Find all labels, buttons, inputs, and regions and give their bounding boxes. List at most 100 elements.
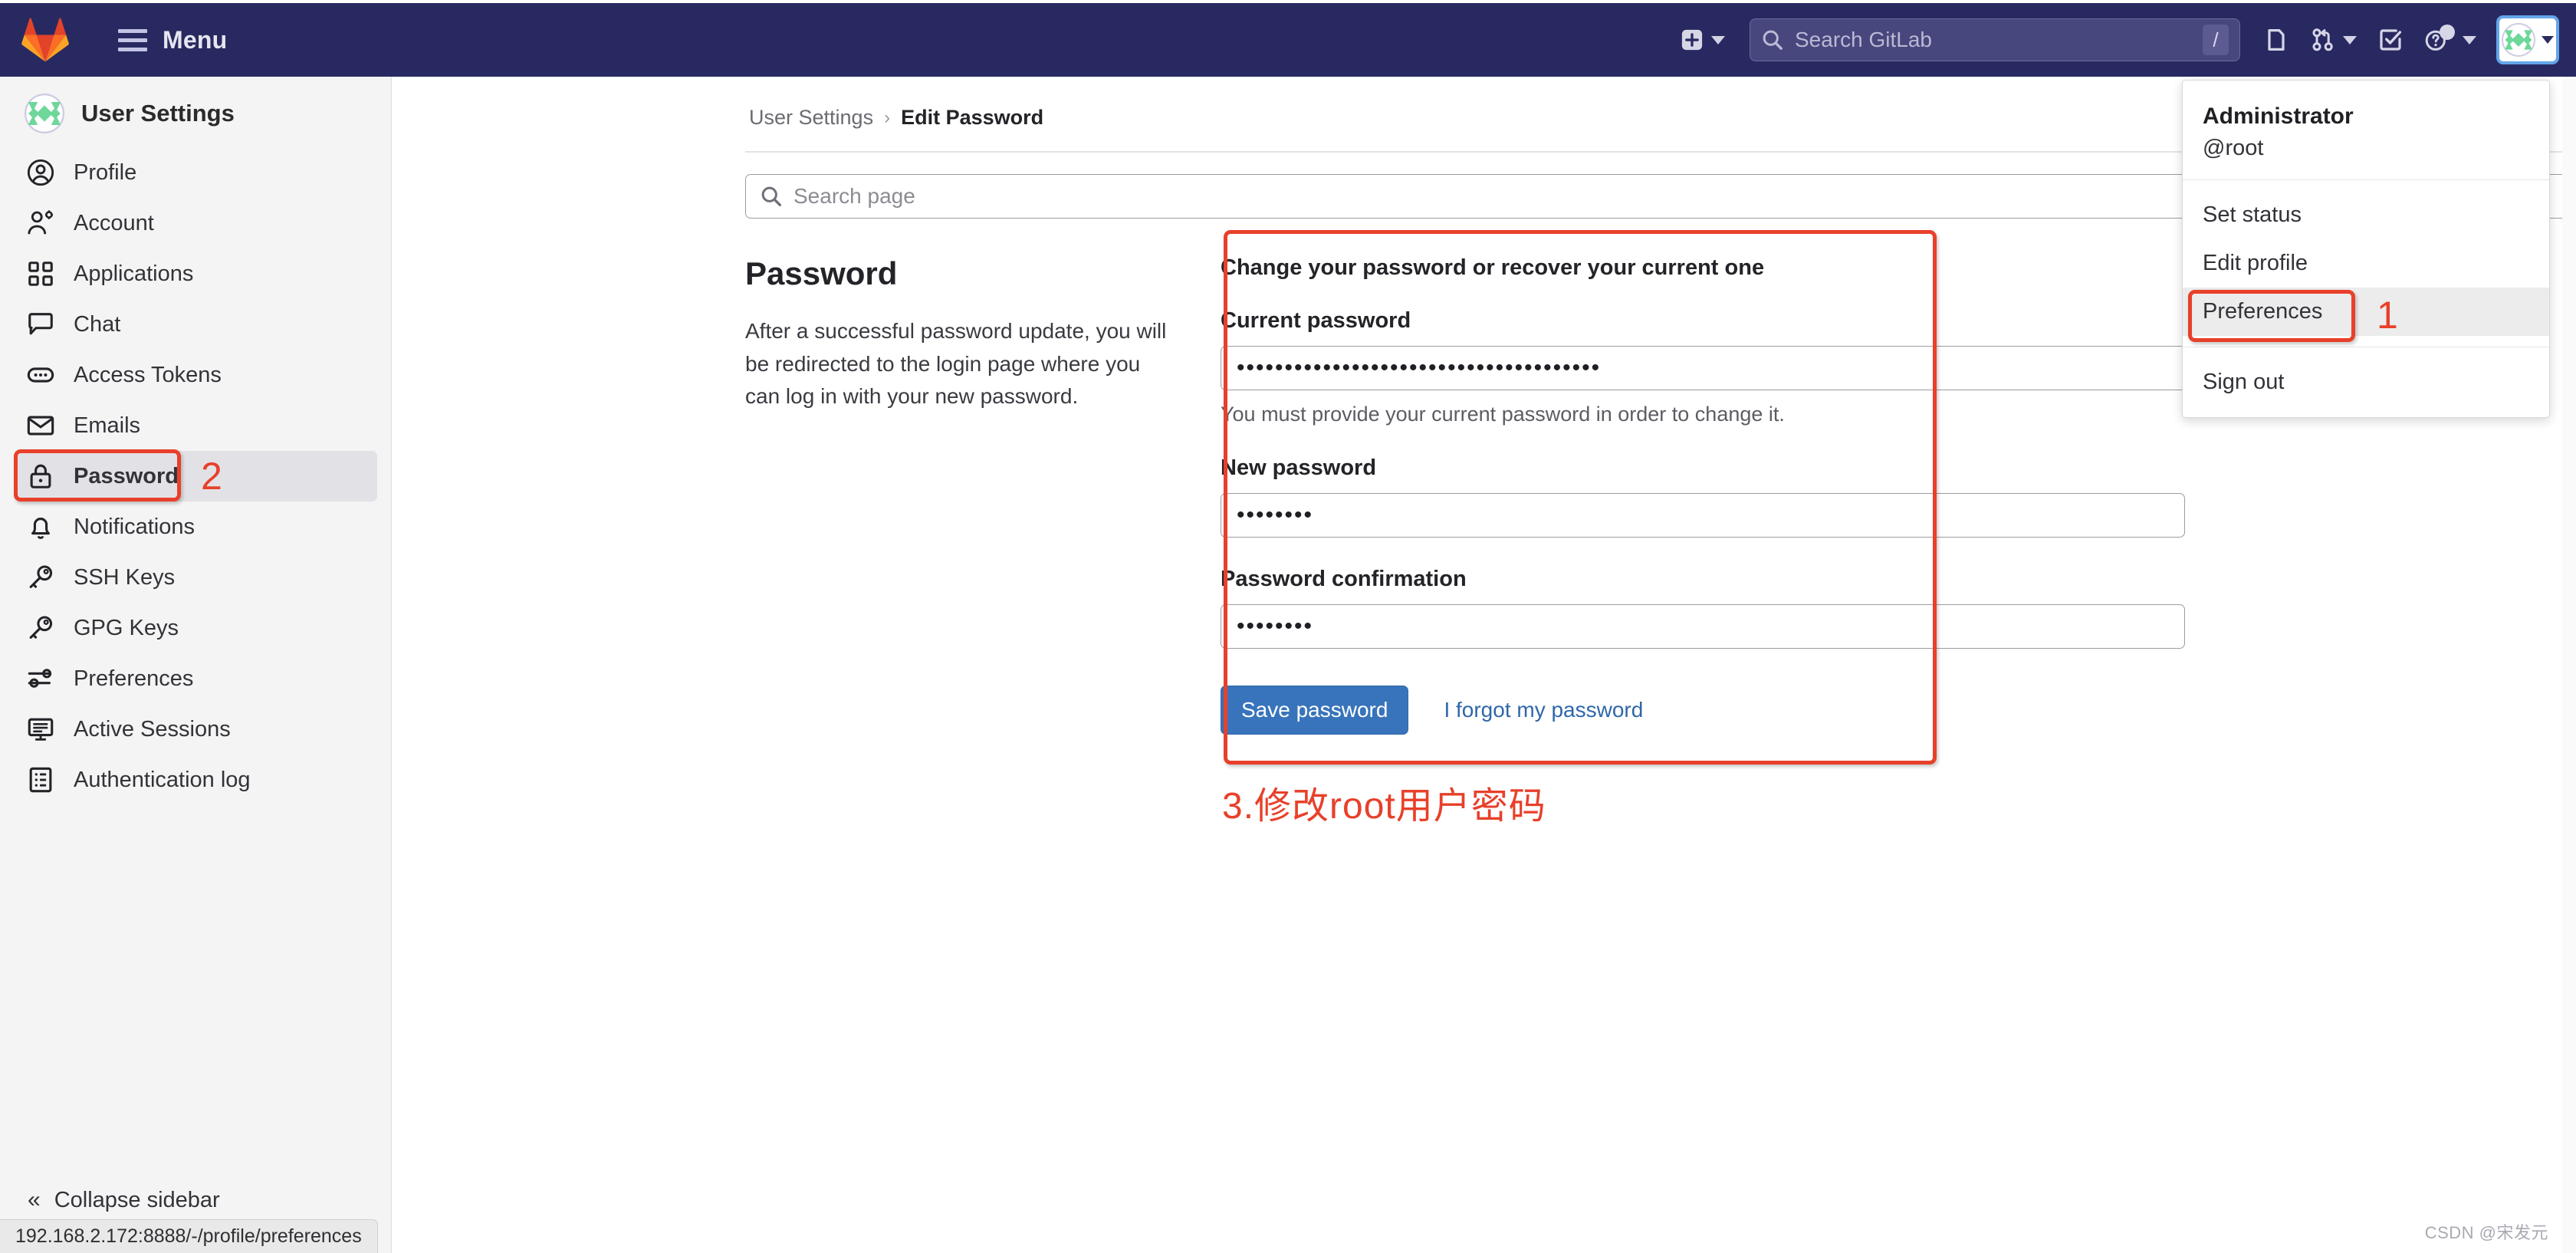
dropdown-user-name: Administrator xyxy=(2203,104,2354,129)
dropdown-item-preferences[interactable]: Preferences xyxy=(2183,288,2549,336)
sidebar-item-label: Chat xyxy=(74,311,121,337)
dropdown-user-handle: @root xyxy=(2203,136,2264,160)
list-grid-icon xyxy=(29,767,52,793)
sidebar-item-account[interactable]: Account xyxy=(14,198,377,248)
top-navigation-actions: Search GitLab / xyxy=(1670,3,2576,77)
breadcrumb-parent[interactable]: User Settings xyxy=(749,106,873,130)
breadcrumb-current: Edit Password xyxy=(901,106,1044,129)
dropdown-item-set-status[interactable]: Set status xyxy=(2183,191,2549,239)
todos-button[interactable] xyxy=(2367,15,2413,64)
sidebar-item-applications[interactable]: Applications xyxy=(14,248,377,299)
sidebar-item-authentication-log[interactable]: Authentication log xyxy=(14,755,377,805)
user-identicon-avatar xyxy=(25,94,64,133)
gitlab-tanuki-logo[interactable] xyxy=(21,16,69,64)
sidebar-title: User Settings xyxy=(81,100,235,127)
sidebar-item-access-tokens[interactable]: Access Tokens xyxy=(14,350,377,400)
dropdown-item-edit-profile[interactable]: Edit profile xyxy=(2183,239,2549,288)
sidebar-item-password[interactable]: Password xyxy=(14,451,377,502)
sidebar-item-chat[interactable]: Chat xyxy=(14,299,377,350)
password-section-info: Password After a successful password upd… xyxy=(745,255,1221,735)
search-shortcut-badge: / xyxy=(2203,25,2229,55)
global-search-input[interactable]: Search GitLab / xyxy=(1750,18,2240,61)
new-password-input[interactable]: •••••••• xyxy=(1221,493,2185,538)
browser-window: Menu Search GitLab / User Settings Profi… xyxy=(0,0,2576,1253)
collapse-sidebar-button[interactable]: « Collapse sidebar xyxy=(0,1187,392,1213)
sidebar-item-gpg-keys[interactable]: GPG Keys xyxy=(14,603,377,653)
lock-icon xyxy=(30,464,51,488)
issues-button[interactable] xyxy=(2254,15,2300,64)
current-password-input[interactable]: •••••••••••••••••••••••••••••••••••••• xyxy=(1221,346,2217,390)
sidebar-item-label: Preferences xyxy=(74,666,194,691)
form-actions: Save password I forgot my password xyxy=(1221,686,2217,735)
new-password-value: •••••••• xyxy=(1237,502,1314,528)
password-confirmation-label: Password confirmation xyxy=(1221,567,1467,591)
dropdown-item-sign-out[interactable]: Sign out xyxy=(2183,358,2549,406)
dropdown-group-session: Sign out xyxy=(2183,347,2549,417)
sidebar-item-label: Profile xyxy=(74,160,137,185)
forgot-password-link[interactable]: I forgot my password xyxy=(1444,698,1643,722)
key-icon xyxy=(29,565,53,588)
sidebar-item-label: GPG Keys xyxy=(74,615,179,640)
chevron-down-icon xyxy=(2343,35,2357,44)
current-password-value: •••••••••••••••••••••••••••••••••••••• xyxy=(1237,355,1602,380)
password-confirmation-input[interactable]: •••••••• xyxy=(1221,604,2185,649)
sidebar-item-notifications[interactable]: Notifications xyxy=(14,502,377,552)
comment-icon xyxy=(28,313,53,335)
chevron-down-icon xyxy=(2542,36,2554,44)
user-gear-icon xyxy=(28,210,53,235)
sidebar-item-active-sessions[interactable]: Active Sessions xyxy=(14,704,377,755)
menu-button-label: Menu xyxy=(163,25,228,54)
todo-checkbox-icon xyxy=(2380,29,2402,51)
new-password-label: New password xyxy=(1221,455,1377,480)
sliders-icon xyxy=(28,669,52,688)
top-navigation-bar: Menu Search GitLab / xyxy=(0,3,2576,77)
sidebar-item-label: Password xyxy=(74,463,179,488)
plus-square-icon xyxy=(1681,29,1703,51)
collapse-sidebar-label: Collapse sidebar xyxy=(54,1187,220,1212)
dropdown-user-info: Administrator @root xyxy=(2183,81,2549,180)
sidebar-item-label: Access Tokens xyxy=(74,362,222,387)
user-dropdown-menu: Administrator @root Set status Edit prof… xyxy=(2182,80,2550,418)
browser-status-bar: 192.168.2.172:8888/-/profile/preferences xyxy=(0,1219,378,1253)
sidebar-item-profile[interactable]: Profile xyxy=(14,147,377,198)
password-confirmation-value: •••••••• xyxy=(1237,613,1314,639)
change-password-form: Change your password or recover your cur… xyxy=(1221,255,2217,735)
global-search-placeholder: Search GitLab xyxy=(1795,28,1932,51)
sidebar-item-emails[interactable]: Emails xyxy=(14,400,377,451)
main-menu-button[interactable]: Menu xyxy=(107,20,238,61)
sidebar-item-label: Notifications xyxy=(74,514,195,539)
bell-icon xyxy=(31,518,50,539)
merge-requests-button[interactable] xyxy=(2300,15,2367,64)
sidebar-item-label: Authentication log xyxy=(74,767,251,792)
user-circle-icon xyxy=(27,159,54,186)
sidebar-header[interactable]: User Settings xyxy=(0,77,391,147)
current-password-label: Current password xyxy=(1221,308,1411,333)
sidebar-item-label: SSH Keys xyxy=(74,564,176,590)
status-bar-url: 192.168.2.172:8888/-/profile/preferences xyxy=(15,1225,362,1247)
token-ellipsis-icon xyxy=(27,367,54,383)
issues-icon xyxy=(2268,29,2285,51)
envelope-icon xyxy=(27,416,54,436)
user-avatar-menu-button[interactable] xyxy=(2496,15,2559,64)
merge-request-icon xyxy=(2312,28,2333,51)
notification-dot-icon xyxy=(2440,25,2455,40)
watermark: CSDN @宋发元 xyxy=(2424,1223,2548,1242)
chevron-double-left-icon: « xyxy=(28,1187,41,1212)
sidebar-item-preferences[interactable]: Preferences xyxy=(14,653,377,704)
page-title: Password xyxy=(745,255,898,291)
sidebar-item-label: Applications xyxy=(74,261,194,286)
page-search-placeholder: Search page xyxy=(794,184,915,208)
sidebar-item-ssh-keys[interactable]: SSH Keys xyxy=(14,552,377,603)
vertical-scrollbar[interactable] xyxy=(2562,77,2576,1253)
help-button[interactable] xyxy=(2413,15,2487,64)
page-description: After a successful password update, you … xyxy=(745,319,1167,409)
create-new-button[interactable] xyxy=(1670,15,1736,64)
user-identicon-avatar xyxy=(2502,23,2535,57)
chevron-down-icon xyxy=(2463,35,2476,44)
sidebar-item-label: Active Sessions xyxy=(74,716,231,742)
chevron-right-icon: › xyxy=(884,107,891,128)
form-heading: Change your password or recover your cur… xyxy=(1221,255,1765,280)
save-password-button[interactable]: Save password xyxy=(1221,686,1409,735)
hamburger-icon xyxy=(118,28,147,51)
current-password-help: You must provide your current password i… xyxy=(1221,403,1785,426)
